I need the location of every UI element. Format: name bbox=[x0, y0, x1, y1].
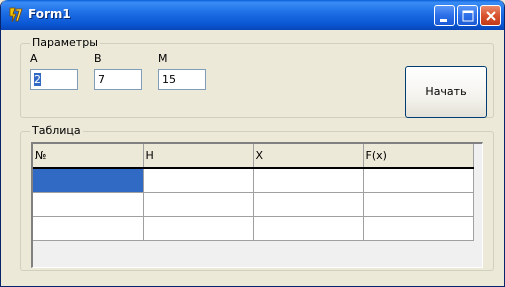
grid-cell[interactable] bbox=[33, 192, 144, 217]
grid-cell[interactable] bbox=[253, 168, 364, 193]
field-m-input[interactable]: 15 bbox=[158, 69, 206, 90]
params-groupbox: Параметры A 2 B 7 M 15 Начать bbox=[20, 36, 494, 118]
grid-cell[interactable] bbox=[363, 168, 474, 193]
maximize-button[interactable] bbox=[457, 5, 478, 26]
title-bar[interactable]: Form1 bbox=[1, 0, 504, 30]
grid-cell[interactable] bbox=[143, 168, 254, 193]
column-header-number[interactable]: № bbox=[33, 144, 144, 169]
grid-cell[interactable] bbox=[253, 216, 364, 241]
grid-cell[interactable] bbox=[143, 192, 254, 217]
form-client-area: Параметры A 2 B 7 M 15 Начать Таблица № … bbox=[5, 30, 502, 283]
grid-cell[interactable] bbox=[143, 216, 254, 241]
table-group-label: Таблица bbox=[30, 124, 83, 138]
start-button[interactable]: Начать bbox=[405, 66, 487, 118]
minimize-button[interactable] bbox=[434, 5, 455, 26]
grid-table: № H X F(x) bbox=[33, 144, 474, 241]
field-a-value: 2 bbox=[34, 73, 41, 86]
close-button[interactable] bbox=[480, 5, 501, 26]
field-a-input[interactable]: 2 bbox=[30, 69, 78, 90]
close-icon bbox=[486, 11, 496, 21]
grid-cell[interactable] bbox=[253, 192, 364, 217]
delphi-icon bbox=[9, 7, 23, 23]
field-b-input[interactable]: 7 bbox=[94, 69, 142, 90]
field-b-value: 7 bbox=[98, 73, 105, 86]
data-grid[interactable]: № H X F(x) bbox=[31, 142, 483, 268]
column-header-fx[interactable]: F(x) bbox=[363, 144, 474, 169]
field-m-value: 15 bbox=[162, 73, 176, 86]
column-header-h[interactable]: H bbox=[143, 144, 254, 169]
params-group-label: Параметры bbox=[30, 36, 100, 50]
window-title: Form1 bbox=[28, 7, 71, 21]
grid-cell[interactable] bbox=[363, 216, 474, 241]
table-row bbox=[33, 216, 474, 241]
minimize-icon bbox=[440, 19, 447, 22]
column-header-x[interactable]: X bbox=[253, 144, 364, 169]
grid-cell[interactable] bbox=[33, 168, 144, 193]
table-row bbox=[33, 192, 474, 217]
field-a-label: A bbox=[30, 52, 38, 65]
grid-cell[interactable] bbox=[363, 192, 474, 217]
grid-header-row: № H X F(x) bbox=[33, 144, 474, 169]
field-m-label: M bbox=[158, 52, 168, 65]
field-b-label: B bbox=[94, 52, 102, 65]
grid-cell[interactable] bbox=[33, 216, 144, 241]
main-window: Form1 Параметры A 2 B 7 M 15 Начать Табл… bbox=[0, 0, 505, 287]
table-groupbox: Таблица № H X F(x) bbox=[20, 124, 494, 271]
table-row bbox=[33, 168, 474, 193]
maximize-icon bbox=[462, 10, 474, 22]
